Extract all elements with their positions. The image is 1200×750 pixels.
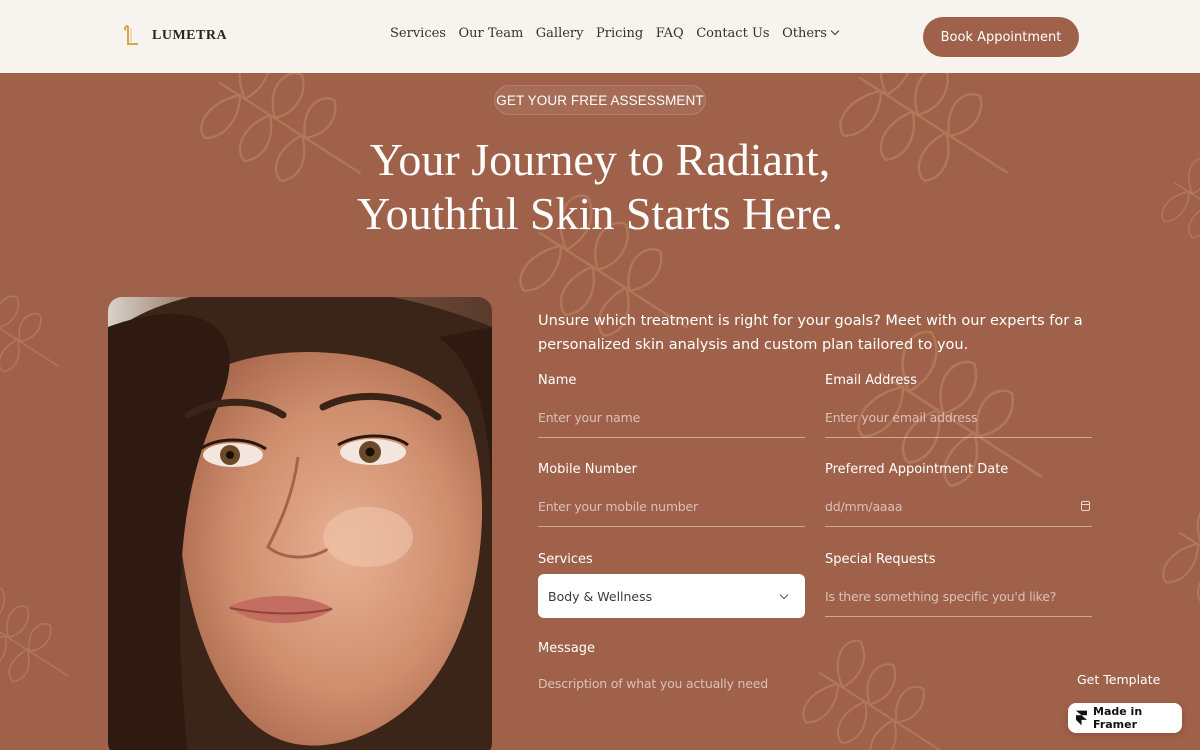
services-label: Services [538, 552, 593, 567]
main-nav: Services Our Team Gallery Pricing FAQ Co… [390, 26, 840, 41]
made-in-framer-badge[interactable]: Made in Framer [1068, 703, 1182, 733]
appointment-date-input[interactable]: dd/mm/aaaa [825, 487, 1092, 527]
portrait-photo [108, 297, 492, 750]
chevron-down-icon [779, 590, 789, 600]
message-textarea[interactable]: Description of what you actually need [538, 663, 1078, 703]
appointment-date-label: Preferred Appointment Date [825, 462, 1009, 477]
chevron-down-icon [830, 26, 840, 36]
special-requests-placeholder: Is there something specific you'd like? [825, 589, 1057, 604]
nav-item-faq[interactable]: FAQ [656, 26, 684, 41]
brand-name: LUMETRA [152, 28, 228, 43]
made-in-framer-label: Made in Framer [1093, 705, 1143, 731]
email-input-placeholder: Enter your email address [825, 410, 978, 425]
email-label: Email Address [825, 373, 917, 388]
nav-item-services[interactable]: Services [390, 26, 446, 41]
brand-logo[interactable]: LUMETRA [122, 24, 227, 48]
services-select[interactable]: Body & Wellness [538, 574, 805, 618]
name-input-placeholder: Enter your name [538, 410, 641, 425]
special-requests-input[interactable]: Is there something specific you'd like? [825, 577, 1092, 617]
appointment-date-placeholder: dd/mm/aaaa [825, 499, 903, 514]
message-label: Message [538, 641, 595, 656]
form-intro-text: Unsure which treatment is right for your… [538, 313, 1083, 353]
nav-item-gallery[interactable]: Gallery [536, 26, 584, 41]
framer-logo-icon [1076, 710, 1088, 726]
nav-item-others[interactable]: Others [782, 26, 840, 41]
hero-title-line-2: Youthful Skin Starts Here. [356, 188, 843, 239]
book-appointment-button[interactable]: Book Appointment [923, 17, 1079, 57]
name-label: Name [538, 373, 577, 388]
nav-item-pricing[interactable]: Pricing [596, 26, 643, 41]
name-input[interactable]: Enter your name [538, 398, 805, 438]
get-template-link[interactable]: Get Template [1077, 672, 1160, 687]
mobile-label: Mobile Number [538, 462, 637, 477]
message-placeholder: Description of what you actually need [538, 675, 768, 691]
nav-item-others-label: Others [782, 26, 827, 41]
calendar-icon[interactable] [1081, 501, 1090, 511]
email-input[interactable]: Enter your email address [825, 398, 1092, 438]
nav-item-contact-us[interactable]: Contact Us [696, 26, 769, 41]
free-assessment-badge: GET YOUR FREE ASSESSMENT [494, 85, 706, 115]
services-selected-value: Body & Wellness [548, 588, 653, 604]
nav-item-our-team[interactable]: Our Team [458, 26, 523, 41]
special-requests-label: Special Requests [825, 552, 936, 567]
site-header: LUMETRA Services Our Team Gallery Pricin… [0, 0, 1200, 73]
hero-title: Your Journey to Radiant, Youthful Skin S… [300, 133, 900, 241]
logo-mark-icon [122, 24, 142, 48]
mobile-input-placeholder: Enter your mobile number [538, 499, 698, 514]
hero-title-line-1: Your Journey to Radiant, [369, 134, 831, 185]
mobile-input[interactable]: Enter your mobile number [538, 487, 805, 527]
